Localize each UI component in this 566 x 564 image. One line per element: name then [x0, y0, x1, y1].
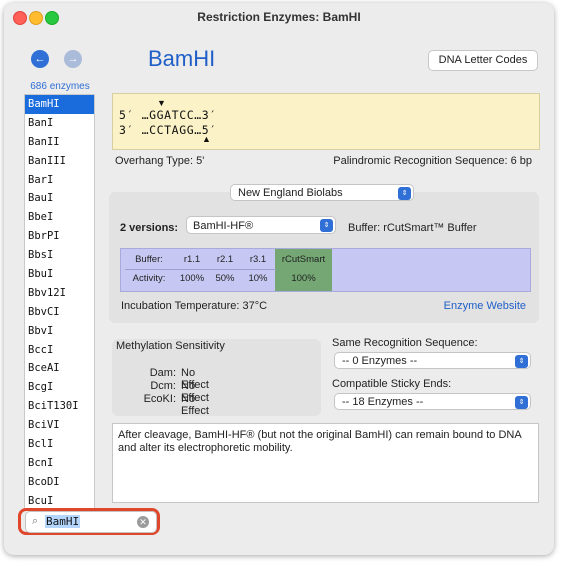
activity-value: 100%	[291, 273, 316, 284]
clear-search-icon[interactable]: ✕	[137, 516, 149, 528]
enzyme-list-item[interactable]: BciT130I	[25, 397, 94, 416]
buffer-name: r3.1	[249, 254, 267, 265]
enzyme-list-item[interactable]: Bbv12I	[25, 284, 94, 303]
version-select[interactable]: BamHI-HF® ⇕	[186, 216, 336, 234]
palindromic-recognition: Palindromic Recognition Sequence: 6 bp	[333, 155, 532, 167]
enzyme-list[interactable]: BamHI BanI BanII BanIII BarI BauI BbeI BbrPI Bbs…	[24, 94, 95, 511]
enzyme-list-item[interactable]: BciVI	[25, 416, 94, 435]
buffer-name: r2.1	[216, 254, 234, 265]
enzyme-list-item[interactable]: BclI	[25, 435, 94, 454]
chevron-updown-icon: ⇕	[398, 187, 411, 200]
enzyme-count: 686 enzymes	[30, 81, 90, 92]
buffer-row-label: Buffer:	[135, 254, 163, 265]
dna-letter-codes-button[interactable]: DNA Letter Codes	[428, 50, 538, 71]
enzyme-list-item[interactable]: BanII	[25, 133, 94, 152]
enzyme-list-item[interactable]: BauI	[25, 189, 94, 208]
enzyme-list-item[interactable]: BbvCI	[25, 303, 94, 322]
title-bar: Restriction Enzymes: BamHI	[4, 3, 554, 31]
forward-button[interactable]: →	[64, 50, 82, 68]
enzyme-website-link[interactable]: Enzyme Website	[444, 300, 526, 312]
app-window: Restriction Enzymes: BamHI ← → 686 enzym…	[4, 3, 554, 555]
methylation-title: Methylation Sensitivity	[116, 340, 225, 352]
buffer-row: Buffer: r1.1 r2.1 r3.1 rCutSmart	[121, 252, 530, 268]
methylation-key: Dcm:	[150, 380, 176, 392]
chevron-updown-icon: ⇕	[515, 355, 528, 368]
versions-label: 2 versions:	[120, 222, 179, 234]
enzyme-title: BamHI	[148, 46, 216, 71]
recognition-sequence-box: ▼ 5′ …GGATCC…3′ 3′ …CCTAGG…5′ ▲	[112, 93, 540, 150]
back-button[interactable]: ←	[31, 50, 49, 68]
supplier-selected: New England Biolabs	[238, 187, 343, 199]
enzyme-list-item[interactable]: BcnI	[25, 454, 94, 473]
compatible-ends-label: Compatible Sticky Ends:	[332, 378, 452, 390]
methylation-key: EcoKI:	[143, 393, 176, 405]
same-recognition-selected: -- 0 Enzymes --	[342, 355, 418, 367]
activity-value: 10%	[248, 273, 268, 284]
compatible-ends-select[interactable]: -- 18 Enzymes -- ⇕	[334, 393, 531, 410]
enzyme-list-item[interactable]: BanIII	[25, 152, 94, 171]
chevron-updown-icon: ⇕	[515, 396, 528, 409]
enzyme-list-item[interactable]: BanI	[25, 114, 94, 133]
window-title: Restriction Enzymes: BamHI	[197, 10, 361, 24]
version-selected: BamHI-HF®	[193, 220, 254, 232]
enzyme-list-item[interactable]: BbvI	[25, 322, 94, 341]
overhang-type: Overhang Type: 5'	[115, 155, 205, 167]
search-field[interactable]: ⌕ BamHI ✕	[25, 511, 157, 533]
activity-table: Buffer: r1.1 r2.1 r3.1 rCutSmart Activit…	[120, 248, 531, 292]
cut-site-marker-bottom: ▲	[202, 134, 211, 144]
enzyme-list-item[interactable]: BbuI	[25, 265, 94, 284]
buffer-name: rCutSmart	[281, 254, 326, 265]
buffer-name: r1.1	[183, 254, 201, 265]
search-input[interactable]: BamHI	[45, 515, 81, 528]
enzyme-list-item[interactable]: BamHI	[25, 95, 94, 114]
enzyme-list-item[interactable]: BcoDI	[25, 473, 94, 492]
search-icon: ⌕	[32, 515, 39, 527]
chevron-updown-icon: ⇕	[320, 219, 333, 232]
enzyme-list-item[interactable]: BbsI	[25, 246, 94, 265]
buffer-label: Buffer: rCutSmart™ Buffer	[348, 222, 477, 234]
enzyme-list-item[interactable]: BcgI	[25, 378, 94, 397]
same-recognition-select[interactable]: -- 0 Enzymes -- ⇕	[334, 352, 531, 369]
same-recognition-label: Same Recognition Sequence:	[332, 337, 478, 349]
cut-site-marker-top: ▼	[157, 98, 166, 108]
compatible-ends-selected: -- 18 Enzymes --	[342, 396, 424, 408]
activity-divider	[125, 269, 276, 270]
notes-text[interactable]: After cleavage, BamHI-HF® (but not the o…	[112, 423, 539, 503]
activity-row: Activity: 100% 50% 10% 100%	[121, 271, 530, 287]
incubation-temperature: Incubation Temperature: 37°C	[121, 300, 268, 312]
enzyme-list-item[interactable]: BccI	[25, 341, 94, 360]
enzyme-list-item[interactable]: BarI	[25, 171, 94, 190]
activity-row-label: Activity:	[132, 273, 166, 284]
activity-value: 100%	[179, 273, 205, 284]
methylation-value: No Effect	[181, 393, 209, 417]
sequence-top-strand: 5′ …GGATCC…3′	[119, 108, 217, 122]
activity-value: 50%	[215, 273, 235, 284]
enzyme-list-item[interactable]: BceAI	[25, 359, 94, 378]
supplier-select[interactable]: New England Biolabs ⇕	[230, 184, 414, 201]
methylation-key: Dam:	[149, 367, 176, 379]
enzyme-list-item[interactable]: BbeI	[25, 208, 94, 227]
enzyme-list-item[interactable]: BbrPI	[25, 227, 94, 246]
